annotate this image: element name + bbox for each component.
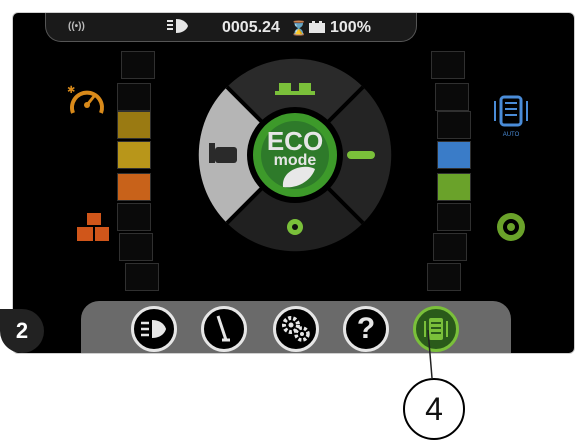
hourglass-icon: ⌛ (290, 20, 308, 36)
callout-4: 4 (403, 378, 465, 440)
gauge-segment (117, 111, 151, 139)
hour-meter: 0005.24 (222, 19, 280, 36)
battery-icon (308, 20, 326, 39)
weight-icon (73, 209, 113, 250)
speedometer-icon: ✱ (67, 83, 107, 124)
gauge-segment (437, 141, 471, 169)
mode-dial: ECO mode (197, 57, 393, 253)
callout-2: 2 (0, 309, 44, 353)
gauge-segment (117, 141, 151, 169)
gauge-segment (121, 51, 155, 79)
status-bar: ((•)) 0005.24 ⌛ 100% (45, 13, 417, 42)
gears-icon (282, 316, 310, 342)
auto-label: AUTO (502, 132, 520, 138)
gauge-segment (117, 173, 151, 201)
gauge-segment (437, 111, 471, 139)
mode-text: mode (273, 152, 317, 169)
signal-icon: ((•)) (68, 21, 85, 32)
question-icon: ? (356, 312, 376, 345)
eco-text: ECO (266, 126, 324, 156)
wiper-icon (216, 315, 230, 342)
battery-percent: 100% (330, 19, 371, 36)
settings-button[interactable] (273, 306, 319, 352)
gauge-segment (435, 83, 469, 111)
display-screen: ((•)) 0005.24 ⌛ 100% ✱ AUTO ECO mode ? (12, 12, 575, 354)
gauge-segment (117, 83, 151, 111)
wiper-button[interactable] (201, 306, 247, 352)
auto-brake-status-icon: AUTO (491, 93, 531, 138)
headlight-icon (141, 320, 166, 338)
gauge-segment (433, 233, 467, 261)
headlight-button[interactable] (131, 306, 177, 352)
svg-text:✱: ✱ (67, 85, 75, 96)
gauge-segment (431, 51, 465, 79)
headlight-icon (166, 17, 190, 40)
gauge-segment (125, 263, 159, 291)
turbo-icon (493, 209, 529, 250)
gauge-segment (437, 203, 471, 231)
help-button[interactable]: ? (343, 306, 389, 352)
gauge-segment (427, 263, 461, 291)
gauge-segment (117, 203, 151, 231)
gauge-segment (437, 173, 471, 201)
eco-mode-label: ECO mode (197, 126, 393, 169)
gauge-segment (119, 233, 153, 261)
callout-leader-line (427, 330, 433, 379)
